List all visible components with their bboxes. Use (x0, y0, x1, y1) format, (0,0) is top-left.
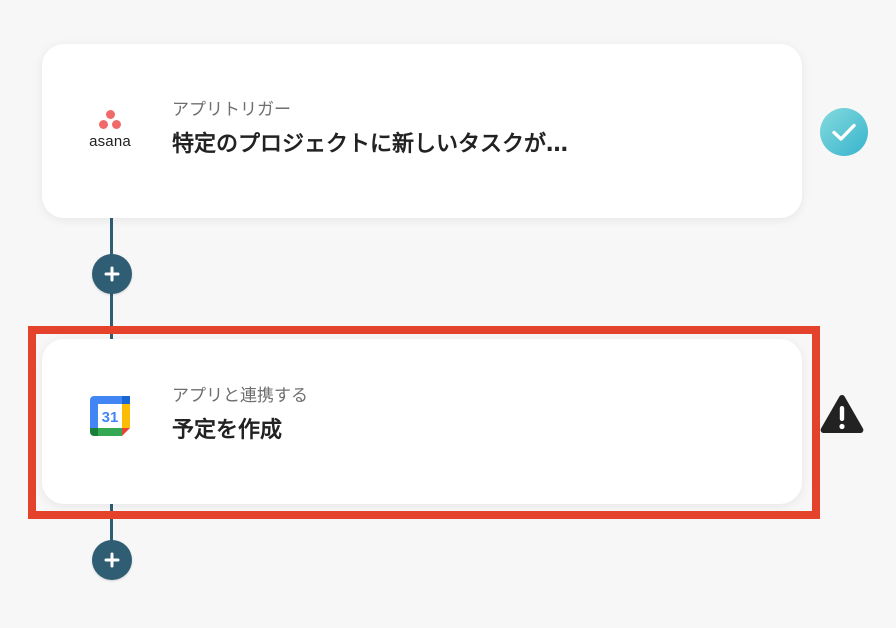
highlight-frame (28, 326, 820, 519)
add-step-button[interactable] (92, 254, 132, 294)
asana-logo: asana (80, 110, 140, 150)
warning-icon (818, 390, 866, 438)
success-check-icon (820, 108, 868, 156)
flow-step-card-trigger[interactable]: asana アプリトリガー 特定のプロジェクトに新しいタスクが… (42, 44, 802, 218)
add-step-button[interactable] (92, 540, 132, 580)
step-text-group: アプリトリガー 特定のプロジェクトに新しいタスクが… (172, 98, 568, 162)
asana-wordmark: asana (89, 133, 131, 150)
asana-dots-icon (97, 110, 123, 130)
step-title: 特定のプロジェクトに新しいタスクが… (172, 132, 569, 157)
plus-icon (104, 552, 120, 568)
step-subtitle: アプリトリガー (172, 100, 291, 120)
plus-icon (104, 266, 120, 282)
